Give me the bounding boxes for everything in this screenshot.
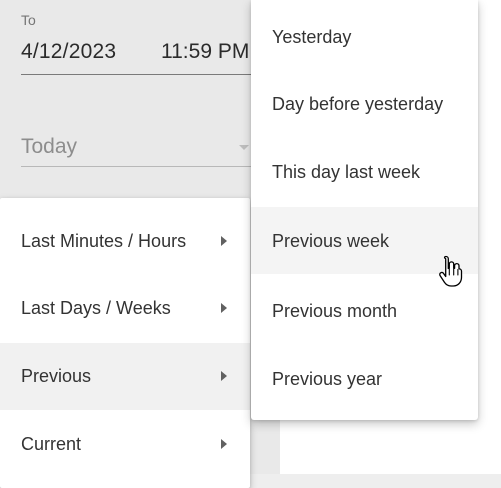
submenu-item-previous-year[interactable]: Previous year bbox=[251, 342, 478, 409]
preset-menu: Last Minutes / Hours Last Days / Weeks P… bbox=[0, 198, 250, 488]
caret-down-icon bbox=[239, 145, 249, 150]
menu-item-label: Current bbox=[21, 434, 82, 454]
chevron-right-icon bbox=[221, 439, 227, 449]
submenu-item-this-day-last-week[interactable]: This day last week bbox=[251, 135, 478, 202]
to-field-underline bbox=[21, 74, 261, 75]
preset-select-value: Today bbox=[21, 135, 78, 158]
chevron-right-icon bbox=[221, 236, 227, 246]
previous-submenu: Yesterday Day before yesterday This day … bbox=[251, 0, 478, 420]
to-date-input[interactable]: 4/12/2023 bbox=[21, 40, 116, 64]
submenu-item-yesterday[interactable]: Yesterday bbox=[251, 0, 478, 67]
menu-item-label: Previous bbox=[21, 366, 92, 386]
menu-item-label: Last Days / Weeks bbox=[21, 298, 171, 318]
submenu-item-label: Previous month bbox=[272, 301, 398, 321]
submenu-item-label: This day last week bbox=[272, 162, 421, 182]
menu-item-last-minutes-hours[interactable]: Last Minutes / Hours bbox=[0, 208, 250, 275]
submenu-item-label: Yesterday bbox=[272, 27, 352, 47]
preset-select[interactable]: Today bbox=[21, 132, 261, 167]
menu-item-label: Last Minutes / Hours bbox=[21, 231, 187, 251]
submenu-item-label: Previous week bbox=[272, 231, 390, 251]
submenu-item-label: Day before yesterday bbox=[272, 94, 444, 114]
hand-pointer-icon bbox=[439, 255, 463, 287]
chevron-right-icon bbox=[221, 371, 227, 381]
menu-item-last-days-weeks[interactable]: Last Days / Weeks bbox=[0, 275, 250, 342]
menu-item-previous[interactable]: Previous bbox=[0, 343, 250, 410]
preset-select-underline bbox=[21, 166, 261, 167]
to-time-input[interactable]: 11:59 PM bbox=[161, 40, 249, 64]
to-label: To bbox=[21, 12, 36, 28]
chevron-right-icon bbox=[221, 303, 227, 313]
submenu-item-label: Previous year bbox=[272, 369, 383, 389]
menu-item-current[interactable]: Current bbox=[0, 411, 250, 478]
submenu-item-day-before-yesterday[interactable]: Day before yesterday bbox=[251, 67, 478, 134]
